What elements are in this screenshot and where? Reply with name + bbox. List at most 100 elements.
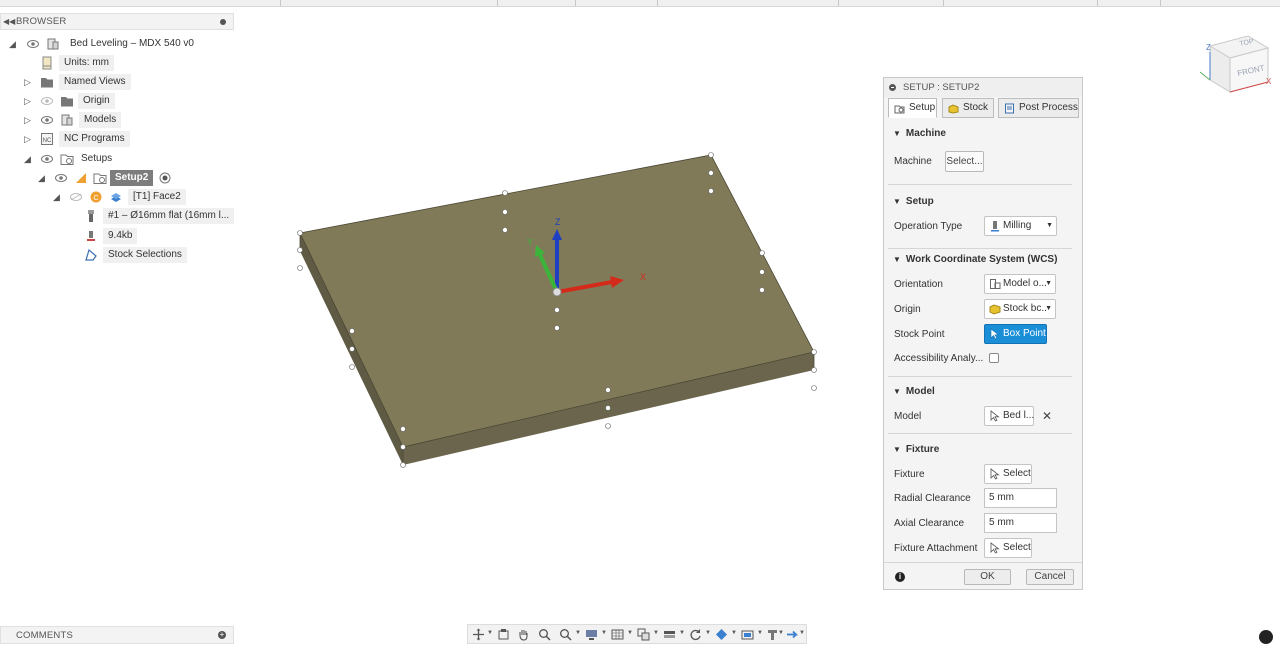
orbit-move-icon[interactable]	[472, 628, 485, 641]
toolbar-separator	[497, 0, 498, 6]
tree-item-toolpath-size[interactable]: 9.4kb	[0, 228, 234, 244]
expand-right-icon[interactable]: ▷	[24, 74, 31, 90]
orientation-value: Model o...	[1003, 278, 1047, 289]
expand-down-icon[interactable]: ◢	[53, 189, 60, 205]
setup-dialog: SETUP : SETUP2 Setup Stock Post Process …	[883, 77, 1083, 590]
camera-views-icon[interactable]	[741, 628, 754, 641]
expand-right-icon[interactable]: ▷	[24, 93, 31, 109]
hidden-eye-icon[interactable]	[70, 193, 82, 201]
pin-icon[interactable]	[220, 19, 226, 25]
chevron-down-icon[interactable]: ▼	[778, 630, 784, 636]
cancel-button[interactable]: Cancel	[1026, 569, 1074, 585]
chevron-down-icon[interactable]: ▼	[757, 630, 763, 636]
tree-item-named-views[interactable]: ▷ Named Views	[0, 74, 234, 90]
display-settings-icon[interactable]	[585, 628, 598, 641]
chevron-down-icon[interactable]: ▼	[799, 630, 805, 636]
viewport-canvas[interactable]: Z X Y	[290, 145, 830, 475]
tree-item-stock-selections[interactable]: Stock Selections	[0, 247, 234, 263]
chevron-down-icon[interactable]: ▼	[731, 630, 737, 636]
visibility-eye-icon[interactable]	[55, 174, 67, 182]
expand-down-icon[interactable]: ◢	[38, 170, 45, 186]
section-analysis-icon[interactable]	[663, 628, 676, 641]
orientation-dropdown[interactable]: Model o... ▼	[984, 274, 1056, 294]
expand-down-icon[interactable]: ◢	[9, 36, 16, 52]
visibility-eye-icon[interactable]	[41, 155, 53, 163]
tree-item-tool[interactable]: #1 – Ø16mm flat (16mm l...	[0, 208, 235, 224]
tree-item-setups[interactable]: ◢ Setups	[0, 151, 234, 167]
component-icon	[47, 38, 59, 50]
stock-display-icon[interactable]	[715, 628, 728, 641]
chevron-down-icon[interactable]: ▼	[679, 630, 685, 636]
collapse-dialog-icon[interactable]	[889, 84, 896, 91]
fixture-attachment-select-button[interactable]: Select	[984, 538, 1032, 558]
radial-clearance-label: Radial Clearance	[894, 493, 971, 504]
hidden-eye-icon[interactable]	[41, 97, 53, 105]
tree-item-face-operation[interactable]: ◢ C [T1] Face2	[0, 189, 234, 205]
stock-point-button[interactable]: Box Point	[984, 324, 1047, 344]
machine-label: Machine	[894, 156, 932, 167]
tree-item-setup2[interactable]: ◢ Setup2	[0, 170, 234, 186]
visibility-eye-icon[interactable]	[27, 40, 39, 48]
tree-item-label: #1 – Ø16mm flat (16mm l...	[103, 208, 235, 224]
section-setup[interactable]: ▼ Setup	[893, 196, 934, 207]
model-selection[interactable]: Bed l...	[984, 406, 1034, 426]
collapse-section-icon[interactable]: ▼	[893, 255, 901, 264]
tree-item-document[interactable]: ◢ Bed Leveling – MDX 540 v0	[0, 36, 234, 52]
info-icon[interactable]: i	[895, 572, 905, 582]
operation-type-label: Operation Type	[894, 221, 963, 232]
accessibility-analysis-checkbox[interactable]	[989, 353, 999, 363]
add-comment-icon[interactable]: +	[218, 631, 226, 639]
chevron-down-icon: ▼	[1046, 222, 1053, 229]
operation-type-dropdown[interactable]: Milling ▼	[984, 216, 1057, 236]
look-at-icon[interactable]	[497, 628, 510, 641]
pan-hand-icon[interactable]	[517, 628, 530, 641]
chevron-down-icon[interactable]: ▼	[627, 630, 633, 636]
dialog-title-bar[interactable]: SETUP : SETUP2	[884, 78, 1082, 97]
tree-item-origin[interactable]: ▷ Origin	[0, 93, 234, 109]
collapse-section-icon[interactable]: ▼	[893, 197, 901, 206]
axial-clearance-input[interactable]: 5 mm	[984, 513, 1057, 533]
viewports-icon[interactable]	[637, 628, 650, 641]
visibility-eye-icon[interactable]	[41, 116, 53, 124]
toolpath-display-icon[interactable]	[786, 628, 799, 641]
section-machine[interactable]: ▼ Machine	[893, 128, 946, 139]
tab-stock[interactable]: Stock	[942, 98, 994, 118]
collapse-section-icon[interactable]: ▼	[893, 445, 901, 454]
tree-item-models[interactable]: ▷ Models	[0, 112, 234, 128]
post-process-icon	[1005, 103, 1014, 114]
grid-settings-icon[interactable]	[611, 628, 624, 641]
simulation-rotate-icon[interactable]	[689, 628, 702, 641]
notification-icon[interactable]	[1259, 630, 1273, 644]
radial-clearance-input[interactable]: 5 mm	[984, 488, 1057, 508]
chevron-down-icon[interactable]: ▼	[653, 630, 659, 636]
fixture-select-button[interactable]: Select	[984, 464, 1032, 484]
expand-right-icon[interactable]: ▷	[24, 112, 31, 128]
select-machine-button[interactable]: Select...	[945, 151, 984, 172]
zoom-window-icon[interactable]	[559, 628, 572, 641]
expand-right-icon[interactable]: ▷	[24, 131, 31, 147]
section-model[interactable]: ▼ Model	[893, 386, 935, 397]
clear-selection-icon[interactable]: ✕	[1042, 409, 1052, 423]
collapse-panel-icon[interactable]: ◀◀	[3, 17, 15, 26]
collapse-section-icon[interactable]: ▼	[893, 387, 901, 396]
collapse-section-icon[interactable]: ▼	[893, 129, 901, 138]
chevron-down-icon[interactable]: ▼	[575, 630, 581, 636]
tab-setup[interactable]: Setup	[888, 98, 937, 118]
chevron-down-icon[interactable]: ▼	[705, 630, 711, 636]
chevron-down-icon[interactable]: ▼	[487, 630, 493, 636]
toolbar-separator	[1160, 0, 1161, 6]
section-fixture[interactable]: ▼ Fixture	[893, 444, 939, 455]
expand-down-icon[interactable]: ◢	[24, 151, 31, 167]
section-title: Fixture	[905, 444, 940, 455]
stock-icon	[948, 104, 959, 114]
origin-dropdown[interactable]: Stock bc... ▼	[984, 299, 1056, 319]
chevron-down-icon[interactable]: ▼	[601, 630, 607, 636]
tab-post-process[interactable]: Post Process	[998, 98, 1079, 118]
tree-item-nc-programs[interactable]: ▷ NC NC Programs	[0, 131, 234, 147]
activate-radio-icon[interactable]	[158, 171, 172, 185]
section-wcs[interactable]: ▼ Work Coordinate System (WCS)	[893, 254, 1057, 265]
zoom-icon[interactable]	[538, 628, 551, 641]
view-cube[interactable]: TOP FRONT Z X	[1196, 32, 1276, 102]
tree-item-units[interactable]: Units: mm	[0, 55, 234, 71]
ok-button[interactable]: OK	[964, 569, 1011, 585]
